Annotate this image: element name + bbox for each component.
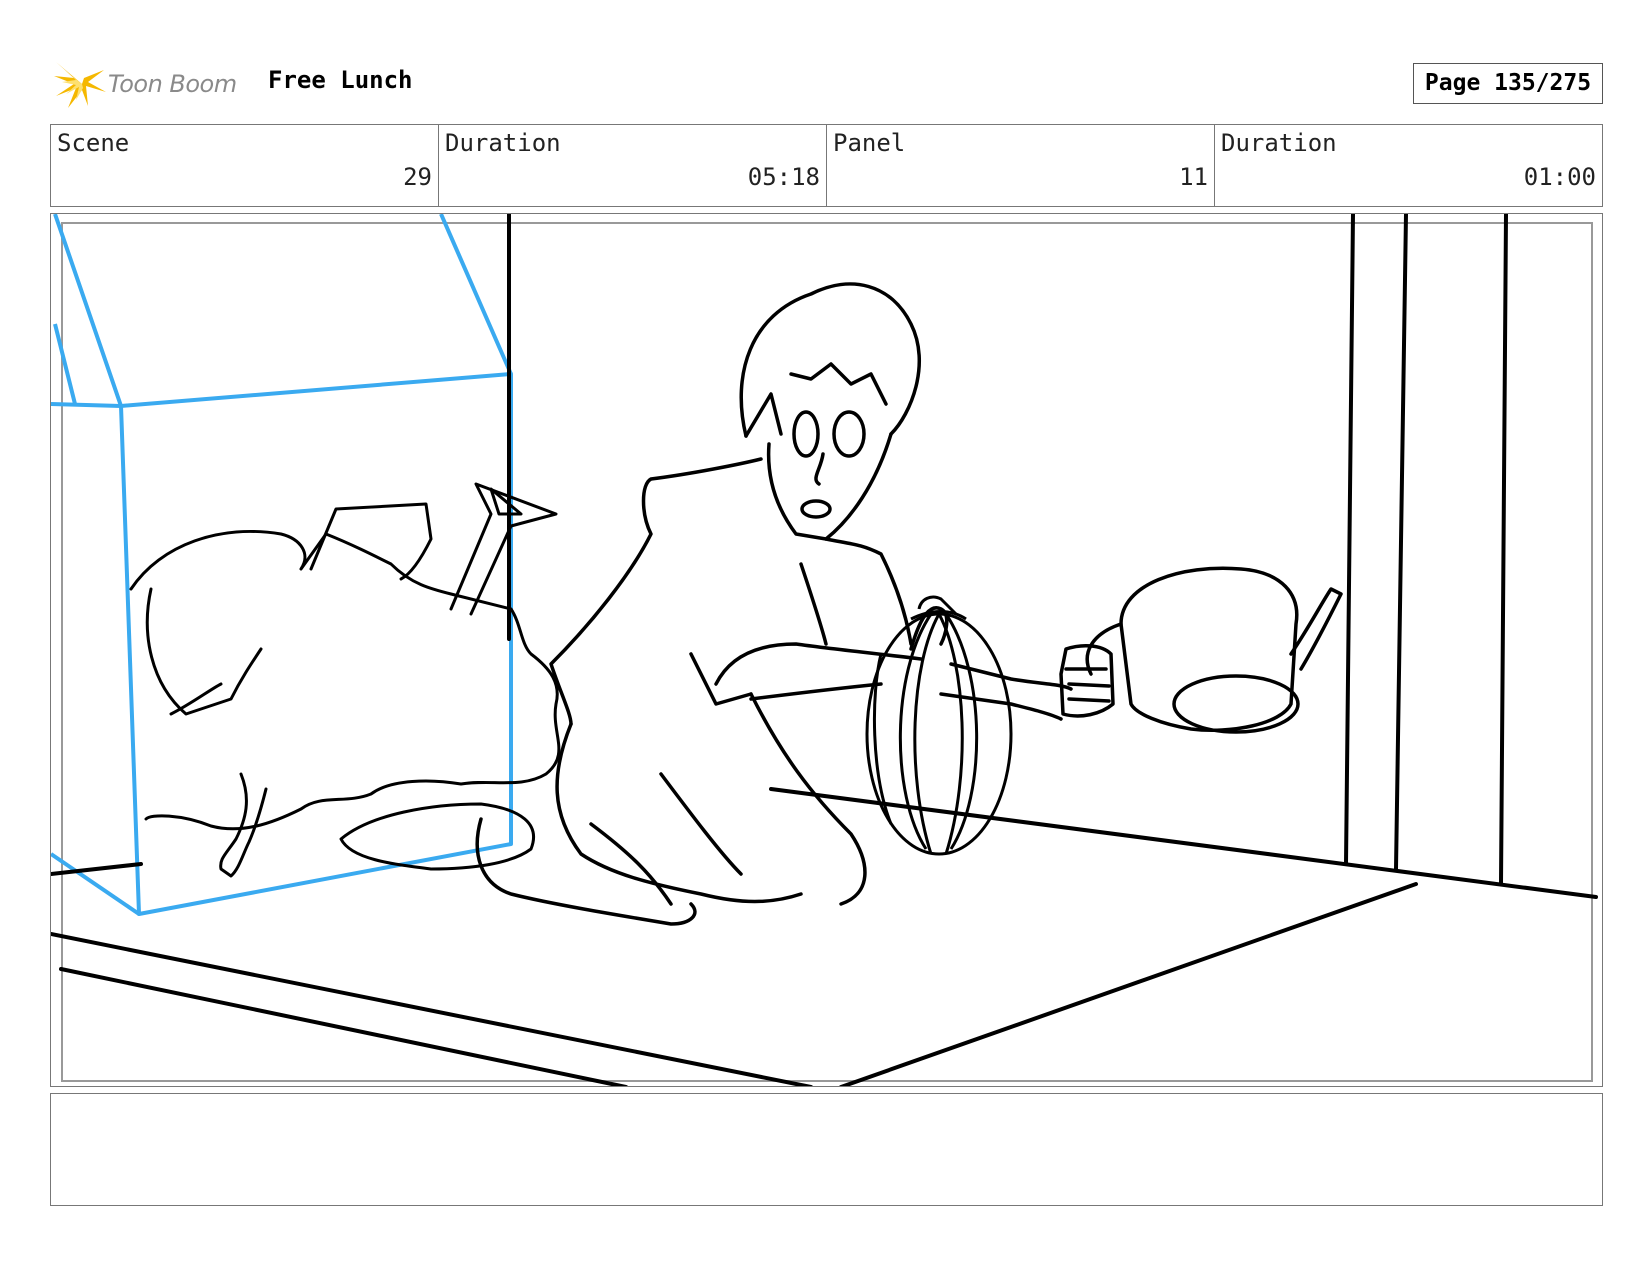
scene-duration-value: 05:18 [747, 163, 820, 191]
panel-notes-area [50, 1093, 1603, 1206]
scene-cell: Scene 29 [51, 125, 439, 206]
blue-sketch-box [51, 214, 513, 916]
scene-duration-label: Duration [445, 129, 561, 157]
scene-duration-cell: Duration 05:18 [439, 125, 827, 206]
panel-cell: Panel 11 [827, 125, 1215, 206]
scene-label: Scene [57, 129, 130, 157]
panel-duration-value: 01:00 [1523, 163, 1596, 191]
safe-frame [61, 222, 1593, 1082]
panel-drawing [51, 214, 1598, 1086]
project-title: Free Lunch [268, 66, 413, 94]
info-table: Scene 29 Duration 05:18 Panel 11 Duratio… [50, 124, 1603, 207]
panel-value: 11 [1179, 163, 1208, 191]
boy-figure [475, 282, 1115, 926]
watermelon-basket [865, 595, 1013, 856]
page-indicator: Page 135/275 [1413, 63, 1603, 104]
watering-can [1085, 566, 1343, 734]
toon-boom-logo: Toon Boom [54, 56, 254, 112]
panel-duration-cell: Duration 01:00 [1215, 125, 1602, 206]
toon-boom-star-icon [54, 62, 106, 108]
panel-label: Panel [833, 129, 906, 157]
scene-value: 29 [403, 163, 432, 191]
storyboard-panel [50, 213, 1603, 1087]
room-lines [51, 214, 1598, 1086]
panel-duration-label: Duration [1221, 129, 1337, 157]
logo-text: Toon Boom [108, 70, 237, 98]
creature-figure [129, 482, 561, 878]
